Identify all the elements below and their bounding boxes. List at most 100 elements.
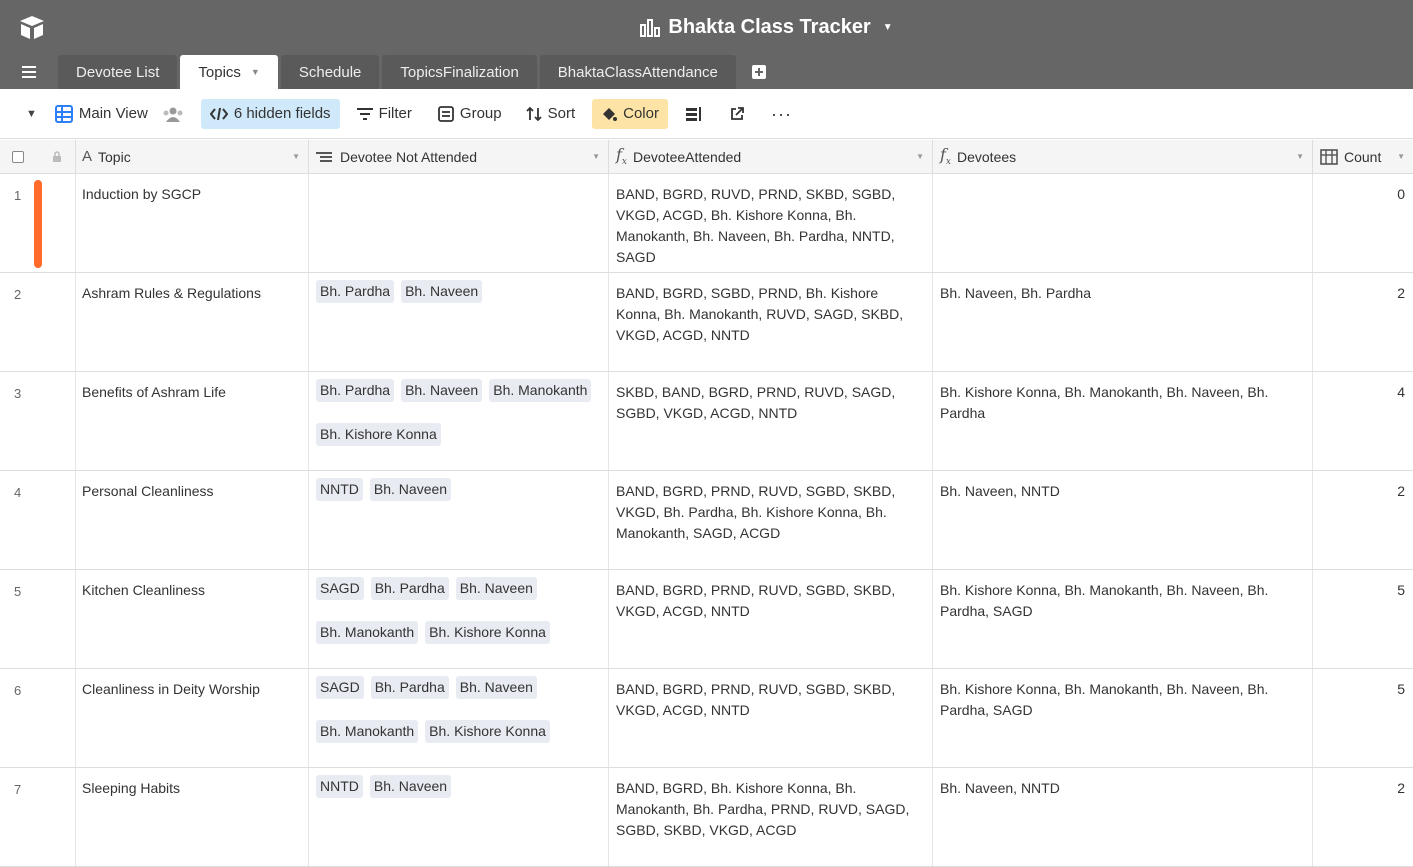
linked-record-chip[interactable]: Bh. Naveen	[369, 478, 452, 501]
sort-button[interactable]: Sort	[517, 99, 585, 129]
cell-count[interactable]: 4	[1313, 372, 1413, 470]
linked-record-chip[interactable]: Bh. Pardha	[316, 280, 395, 303]
linked-record-chip[interactable]: Bh. Manokanth	[489, 379, 592, 402]
linked-record-chip[interactable]: Bh. Pardha	[370, 577, 449, 600]
cell-devotee-attended[interactable]: BAND, BGRD, Bh. Kishore Konna, Bh. Manok…	[609, 768, 933, 866]
app-title[interactable]: Bhakta Class Tracker ▼	[0, 16, 1413, 39]
cell-count[interactable]: 5	[1313, 570, 1413, 668]
cell-devotees[interactable]	[933, 174, 1313, 272]
linked-record-chip[interactable]: SAGD	[316, 577, 364, 600]
cell-topic[interactable]: Ashram Rules & Regulations	[76, 273, 309, 371]
table-row[interactable]: 3 Benefits of Ashram Life Bh. Pardha Bh. Na…	[0, 372, 1413, 471]
cell-devotee-attended[interactable]: BAND, BGRD, PRND, RUVD, SGBD, SKBD, VKGD…	[609, 669, 933, 767]
chevron-down-icon[interactable]: ▼	[592, 152, 600, 161]
row-number-cell[interactable]: 1	[0, 174, 76, 272]
row-number-cell[interactable]: 7	[0, 768, 76, 866]
cell-topic[interactable]: Sleeping Habits	[76, 768, 309, 866]
column-header-devotees[interactable]: fx Devotees ▼	[933, 140, 1313, 173]
chevron-down-icon[interactable]: ▼	[292, 152, 300, 161]
cell-count[interactable]: 2	[1313, 768, 1413, 866]
cell-devotee-not-attended[interactable]: NNTD Bh. Naveen	[309, 768, 609, 866]
cell-devotee-attended[interactable]: BAND, BGRD, SGBD, PRND, Bh. Kishore Konn…	[609, 273, 933, 371]
tab-devotee-list[interactable]: Devotee List	[58, 55, 178, 89]
linked-record-chip[interactable]: Bh. Kishore Konna	[425, 620, 550, 644]
linked-record-chip[interactable]: Bh. Pardha	[370, 676, 449, 699]
linked-record-chip[interactable]: Bh. Naveen	[455, 577, 537, 600]
share-view-icon[interactable]	[720, 99, 754, 129]
linked-record-chip[interactable]: Bh. Manokanth	[316, 620, 419, 644]
table-row[interactable]: 6 Cleanliness in Deity Worship SAGD Bh. Par…	[0, 669, 1413, 768]
chevron-down-icon[interactable]: ▼	[1296, 152, 1304, 161]
linked-record-chip[interactable]: Bh. Naveen	[401, 379, 483, 402]
sidebar-toggle-icon[interactable]: ▼	[0, 99, 46, 129]
row-number-cell[interactable]: 6	[0, 669, 76, 767]
cell-devotees[interactable]: Bh. Kishore Konna, Bh. Manokanth, Bh. Na…	[933, 372, 1313, 470]
menu-icon[interactable]	[0, 55, 58, 89]
cell-count[interactable]: 2	[1313, 471, 1413, 569]
cell-count[interactable]: 5	[1313, 669, 1413, 767]
cell-devotees[interactable]: Bh. Kishore Konna, Bh. Manokanth, Bh. Na…	[933, 669, 1313, 767]
linked-record-chip[interactable]: Bh. Kishore Konna	[316, 422, 441, 446]
cell-devotees[interactable]: Bh. Naveen, Bh. Pardha	[933, 273, 1313, 371]
group-button[interactable]: Group	[429, 99, 511, 129]
table-row[interactable]: 5 Kitchen Cleanliness SAGD Bh. Pardha Bh. Na…	[0, 570, 1413, 669]
tab-bhakta-class-attendance[interactable]: BhaktaClassAttendance	[539, 55, 736, 89]
cell-devotee-not-attended[interactable]: SAGD Bh. Pardha Bh. Naveen Bh. Manokanth Bh.…	[309, 669, 609, 767]
add-table-button[interactable]	[739, 55, 779, 89]
tab-topics-finalization[interactable]: TopicsFinalization	[382, 55, 537, 89]
linked-record-chip[interactable]: SAGD	[316, 676, 364, 699]
linked-record-chip[interactable]: Bh. Manokanth	[316, 719, 419, 743]
row-number-cell[interactable]: 5	[0, 570, 76, 668]
chevron-down-icon[interactable]: ▼	[916, 152, 924, 161]
filter-button[interactable]: Filter	[348, 99, 421, 129]
linked-record-chip[interactable]: Bh. Kishore Konna	[425, 719, 550, 743]
cell-topic[interactable]: Personal Cleanliness	[76, 471, 309, 569]
table-row[interactable]: 2 Ashram Rules & Regulations Bh. Pardha Bh.…	[0, 273, 1413, 372]
table-row[interactable]: 4 Personal Cleanliness NNTD Bh. Naveen BAND,…	[0, 471, 1413, 570]
row-number-cell[interactable]: 3	[0, 372, 76, 470]
cell-devotee-not-attended[interactable]: NNTD Bh. Naveen	[309, 471, 609, 569]
table-row[interactable]: 7 Sleeping Habits NNTD Bh. Naveen BAND, BGRD…	[0, 768, 1413, 867]
linked-record-chip[interactable]: NNTD	[316, 775, 363, 798]
column-header-devotee-not-attended[interactable]: Devotee Not Attended ▼	[309, 140, 609, 173]
more-options-icon[interactable]: ···	[762, 99, 801, 129]
cell-count[interactable]: 0	[1313, 174, 1413, 272]
cell-devotee-attended[interactable]: SKBD, BAND, BGRD, PRND, RUVD, SAGD, SGBD…	[609, 372, 933, 470]
table-row[interactable]: 1 Induction by SGCP BAND, BGRD, RUVD, PRND…	[0, 174, 1413, 273]
color-button[interactable]: Color	[592, 98, 668, 129]
column-header-count[interactable]: Count ▼	[1313, 140, 1413, 173]
cell-devotee-not-attended[interactable]: Bh. Pardha Bh. Naveen Bh. Manokanth Bh. Kis…	[309, 372, 609, 470]
tab-topics[interactable]: Topics ▼	[180, 55, 278, 89]
chevron-down-icon[interactable]: ▼	[251, 67, 260, 77]
row-height-icon[interactable]	[676, 99, 712, 129]
column-header-devotee-attended[interactable]: fx DevoteeAttended ▼	[609, 140, 933, 173]
tab-schedule[interactable]: Schedule	[280, 55, 380, 89]
chevron-down-icon: ▼	[882, 22, 893, 33]
column-header-topic[interactable]: A Topic ▼	[76, 140, 309, 173]
linked-record-chip[interactable]: Bh. Pardha	[316, 379, 395, 402]
cell-topic[interactable]: Cleanliness in Deity Worship	[76, 669, 309, 767]
row-number-cell[interactable]: 2	[0, 273, 76, 371]
cell-devotees[interactable]: Bh. Kishore Konna, Bh. Manokanth, Bh. Na…	[933, 570, 1313, 668]
cell-topic[interactable]: Kitchen Cleanliness	[76, 570, 309, 668]
linked-record-chip[interactable]: Bh. Naveen	[455, 676, 537, 699]
cell-topic[interactable]: Benefits of Ashram Life	[76, 372, 309, 470]
cell-devotees[interactable]: Bh. Naveen, NNTD	[933, 768, 1313, 866]
cell-devotee-attended[interactable]: BAND, BGRD, RUVD, PRND, SKBD, SGBD, VKGD…	[609, 174, 933, 272]
linked-record-chip[interactable]: NNTD	[316, 478, 363, 501]
linked-record-chip[interactable]: Bh. Naveen	[401, 280, 483, 303]
row-number-cell[interactable]: 4	[0, 471, 76, 569]
cell-devotee-not-attended[interactable]: SAGD Bh. Pardha Bh. Naveen Bh. Manokanth Bh.…	[309, 570, 609, 668]
cell-devotee-attended[interactable]: BAND, BGRD, PRND, RUVD, SGBD, SKBD, VKGD…	[609, 570, 933, 668]
cell-devotees[interactable]: Bh. Naveen, NNTD	[933, 471, 1313, 569]
cell-topic[interactable]: Induction by SGCP	[76, 174, 309, 272]
hidden-fields-button[interactable]: 6 hidden fields	[200, 98, 340, 129]
cell-devotee-not-attended[interactable]	[309, 174, 609, 272]
chevron-down-icon[interactable]: ▼	[1397, 152, 1405, 161]
cell-devotee-not-attended[interactable]: Bh. Pardha Bh. Naveen	[309, 273, 609, 371]
cell-count[interactable]: 2	[1313, 273, 1413, 371]
select-all-checkbox[interactable]	[12, 150, 24, 163]
cell-devotee-attended[interactable]: BAND, BGRD, PRND, RUVD, SGBD, SKBD, VKGD…	[609, 471, 933, 569]
view-switcher[interactable]: Main View	[46, 99, 193, 129]
linked-record-chip[interactable]: Bh. Naveen	[369, 775, 452, 798]
